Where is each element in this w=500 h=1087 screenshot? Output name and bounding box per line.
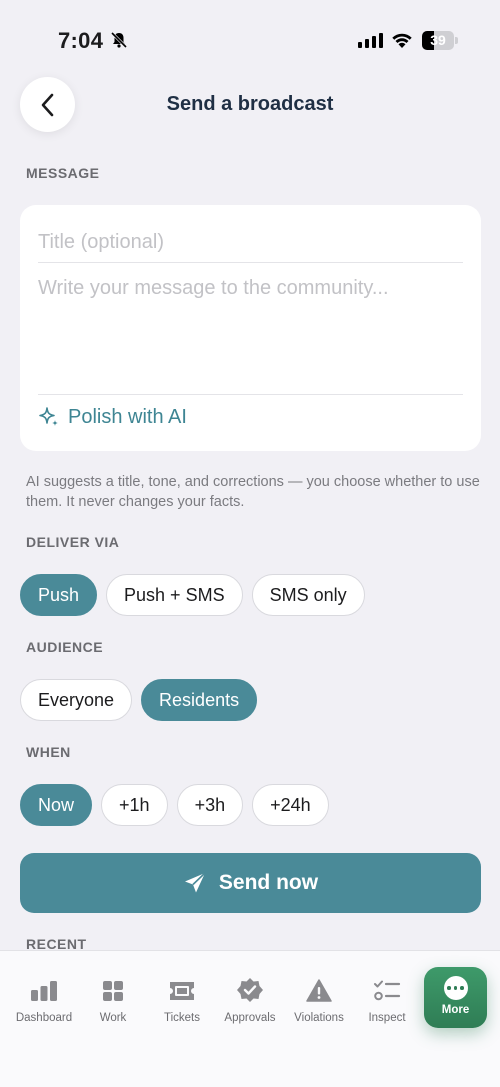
more-icon [443, 976, 468, 1000]
message-body-input[interactable] [38, 275, 463, 385]
deliver-via-options: Push Push + SMS SMS only [20, 574, 365, 616]
when-option-3h[interactable]: +3h [176, 784, 244, 826]
tab-label: Inspect [368, 1012, 406, 1024]
paper-plane-icon [184, 872, 206, 893]
tab-label: Tickets [164, 1012, 200, 1024]
deliver-option-sms-only[interactable]: SMS only [251, 574, 365, 616]
tab-label: Dashboard [15, 1012, 73, 1024]
sparkle-icon [39, 407, 58, 426]
send-now-button[interactable]: Send now [20, 853, 481, 913]
battery-icon: 39 [422, 31, 458, 50]
deliver-option-push-sms[interactable]: Push + SMS [106, 574, 243, 616]
badge-check-icon [236, 977, 264, 1005]
status-time: 7:04 [58, 28, 104, 53]
checklist-icon [373, 977, 401, 1005]
tab-label: Work [99, 1012, 127, 1024]
when-option-now[interactable]: Now [20, 784, 93, 826]
when-options: Now +1h +3h +24h [20, 784, 329, 826]
tab-dashboard[interactable]: Dashboard [10, 951, 78, 1024]
audience-options: Everyone Residents [20, 679, 258, 721]
bar-chart-icon [30, 977, 58, 1005]
ai-helper-text: AI suggests a title, tone, and correctio… [26, 474, 480, 510]
when-section-label: WHEN [26, 744, 71, 760]
divider [38, 262, 463, 263]
deliver-via-section-label: DELIVER VIA [26, 534, 120, 550]
send-now-label: Send now [218, 871, 319, 894]
ticket-icon [168, 977, 196, 1005]
tab-violations[interactable]: Violations [288, 951, 350, 1024]
tab-label: More [441, 1004, 470, 1016]
tab-tickets[interactable]: Tickets [152, 951, 212, 1024]
divider [38, 394, 463, 395]
title-input[interactable] [38, 221, 463, 263]
page-title: Send a broadcast [166, 93, 334, 115]
grid-icon [99, 977, 127, 1005]
tab-label: Violations [294, 1012, 344, 1024]
wifi-icon [392, 33, 412, 48]
bell-muted-icon [110, 31, 128, 49]
tab-label: Approvals [224, 1012, 276, 1024]
when-option-1h[interactable]: +1h [101, 784, 168, 826]
message-section-label: MESSAGE [26, 165, 100, 181]
status-bar: 7:04 39 [0, 0, 500, 80]
battery-level: 39 [430, 32, 446, 48]
warning-icon [305, 977, 333, 1005]
tab-more[interactable]: More [424, 967, 487, 1028]
polish-with-ai-button[interactable]: Polish with AI [38, 405, 187, 429]
when-option-24h[interactable]: +24h [252, 784, 329, 826]
polish-with-ai-label: Polish with AI [68, 405, 187, 428]
audience-section-label: AUDIENCE [26, 639, 104, 655]
cellular-signal-icon [358, 32, 383, 48]
message-card: Polish with AI [20, 205, 481, 451]
audience-option-residents[interactable]: Residents [141, 679, 258, 721]
audience-option-everyone[interactable]: Everyone [20, 679, 133, 721]
tab-approvals[interactable]: Approvals [218, 951, 282, 1024]
tab-inspect[interactable]: Inspect [358, 951, 416, 1024]
tab-work[interactable]: Work [84, 951, 142, 1024]
deliver-option-push[interactable]: Push [20, 574, 98, 616]
